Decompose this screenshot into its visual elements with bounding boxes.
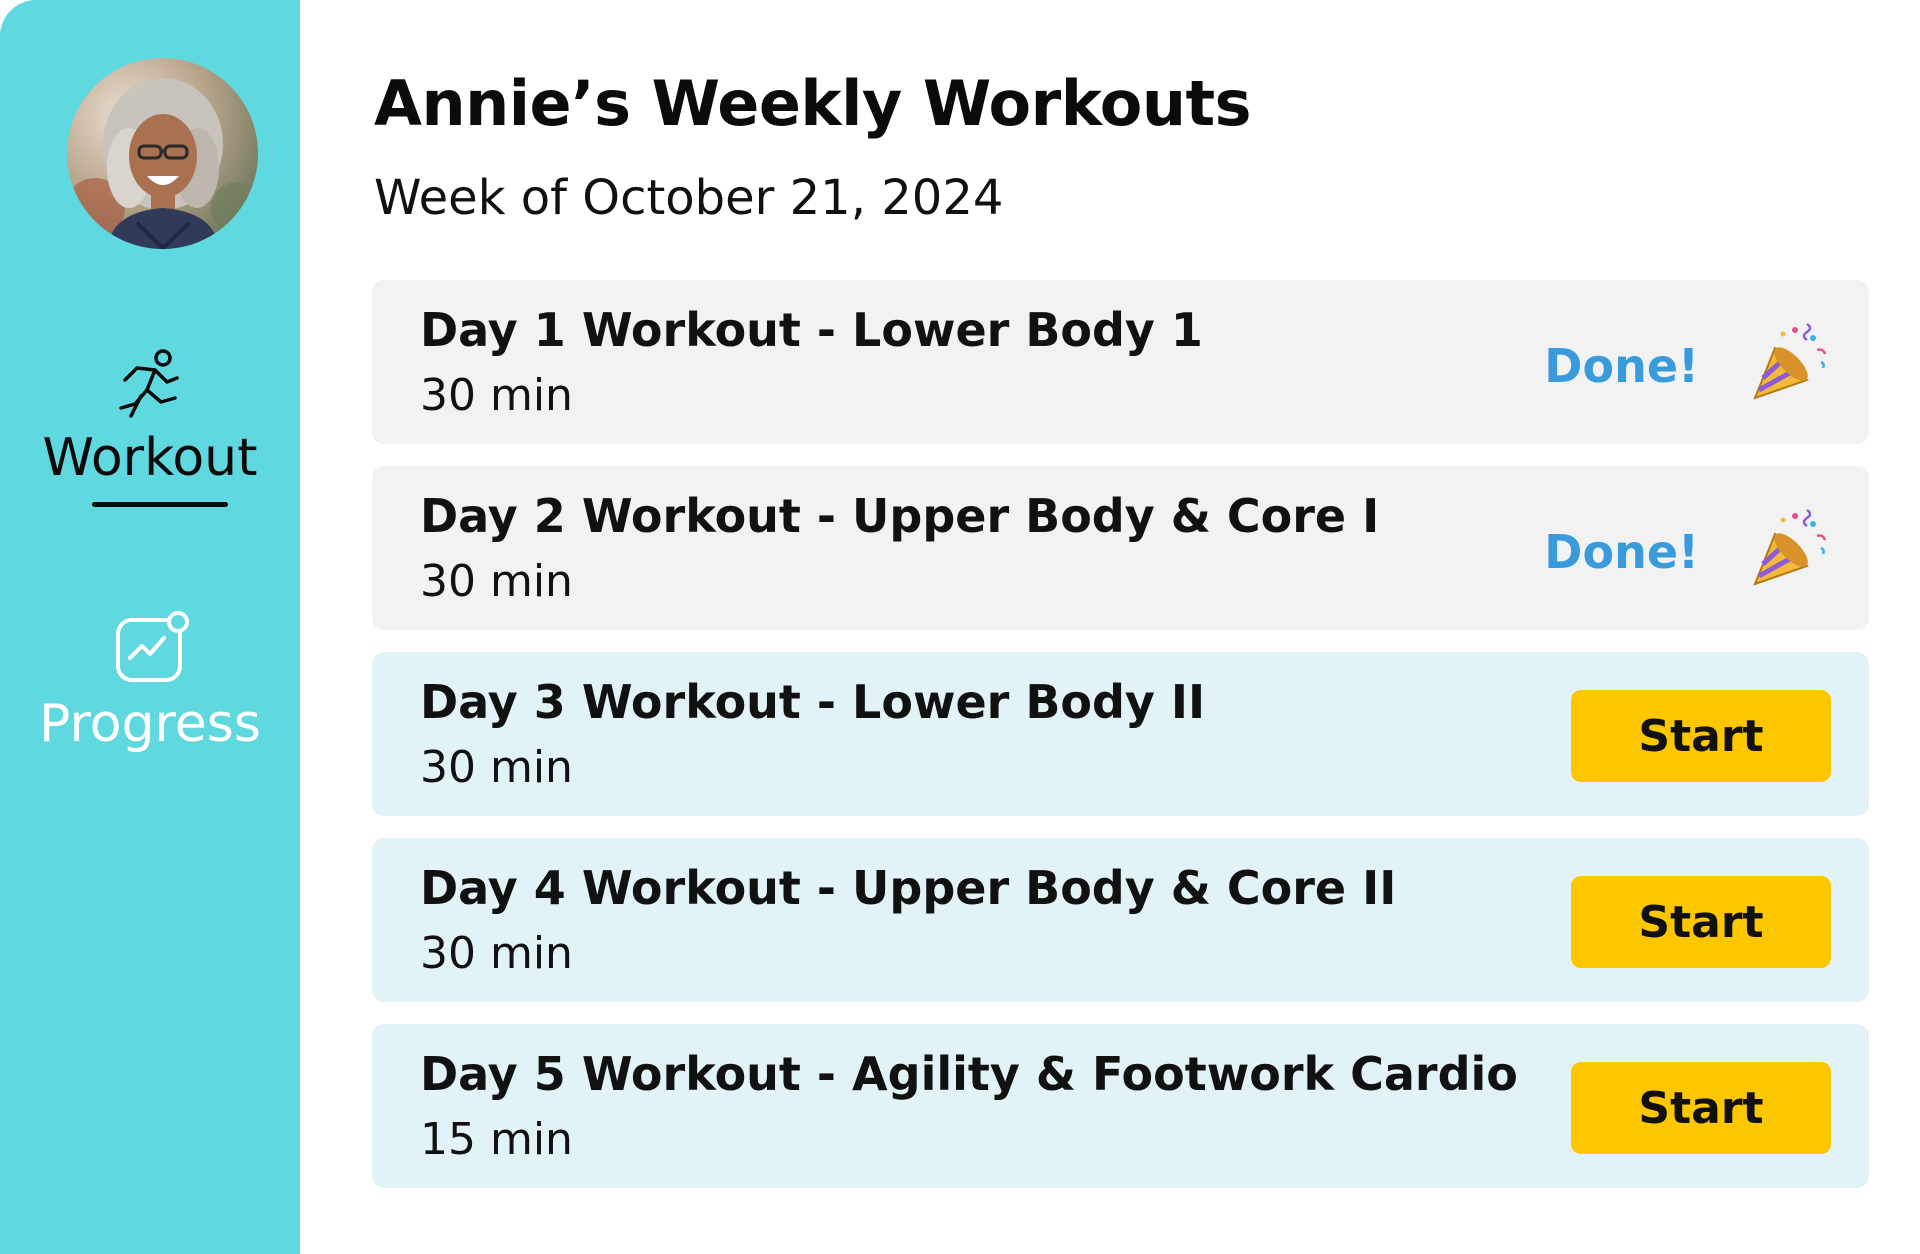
nav-progress[interactable]: Progress [0,600,300,760]
workout-name: Day 5 Workout - Agility & Footwork Cardi… [420,1047,1518,1101]
workout-duration: 30 min [420,370,573,421]
workout-duration: 30 min [420,928,573,979]
workout-card-day-1[interactable]: Day 1 Workout - Lower Body 1 30 min Done… [372,280,1869,444]
workout-card-day-2[interactable]: Day 2 Workout - Upper Body & Core I 30 m… [372,466,1869,630]
workout-card-day-4[interactable]: Day 4 Workout - Upper Body & Core II 30 … [372,838,1869,1002]
page-title: Annie’s Weekly Workouts [374,67,1252,140]
workout-duration: 30 min [420,556,573,607]
avatar[interactable] [67,58,258,249]
party-popper-icon [1753,508,1827,586]
app-window: Workout Progress Annie’s Weekly Workouts… [0,0,1920,1254]
progress-chart-icon [116,611,189,682]
start-button[interactable]: Start [1571,876,1831,968]
start-button[interactable]: Start [1571,690,1831,782]
workout-name: Day 2 Workout - Upper Body & Core I [420,489,1380,543]
workout-card-day-3[interactable]: Day 3 Workout - Lower Body II 30 min Sta… [372,652,1869,816]
sidebar: Workout Progress [0,0,300,1254]
workout-duration: 30 min [420,742,573,793]
workout-name: Day 4 Workout - Upper Body & Core II [420,861,1397,915]
running-person-icon [119,349,179,418]
done-label: Done! [1544,339,1699,393]
week-subtitle: Week of October 21, 2024 [374,170,1004,226]
done-label: Done! [1544,525,1699,579]
active-indicator [92,502,228,507]
start-button[interactable]: Start [1571,1062,1831,1154]
workout-name: Day 3 Workout - Lower Body II [420,675,1206,729]
user-photo [67,58,258,249]
party-popper-icon [1753,322,1827,400]
nav-label-workout: Workout [42,428,258,488]
workout-card-day-5[interactable]: Day 5 Workout - Agility & Footwork Cardi… [372,1024,1869,1188]
nav-label-progress: Progress [39,694,261,754]
workout-name: Day 1 Workout - Lower Body 1 [420,303,1203,357]
workout-duration: 15 min [420,1114,573,1165]
nav-workout[interactable]: Workout [0,340,300,520]
